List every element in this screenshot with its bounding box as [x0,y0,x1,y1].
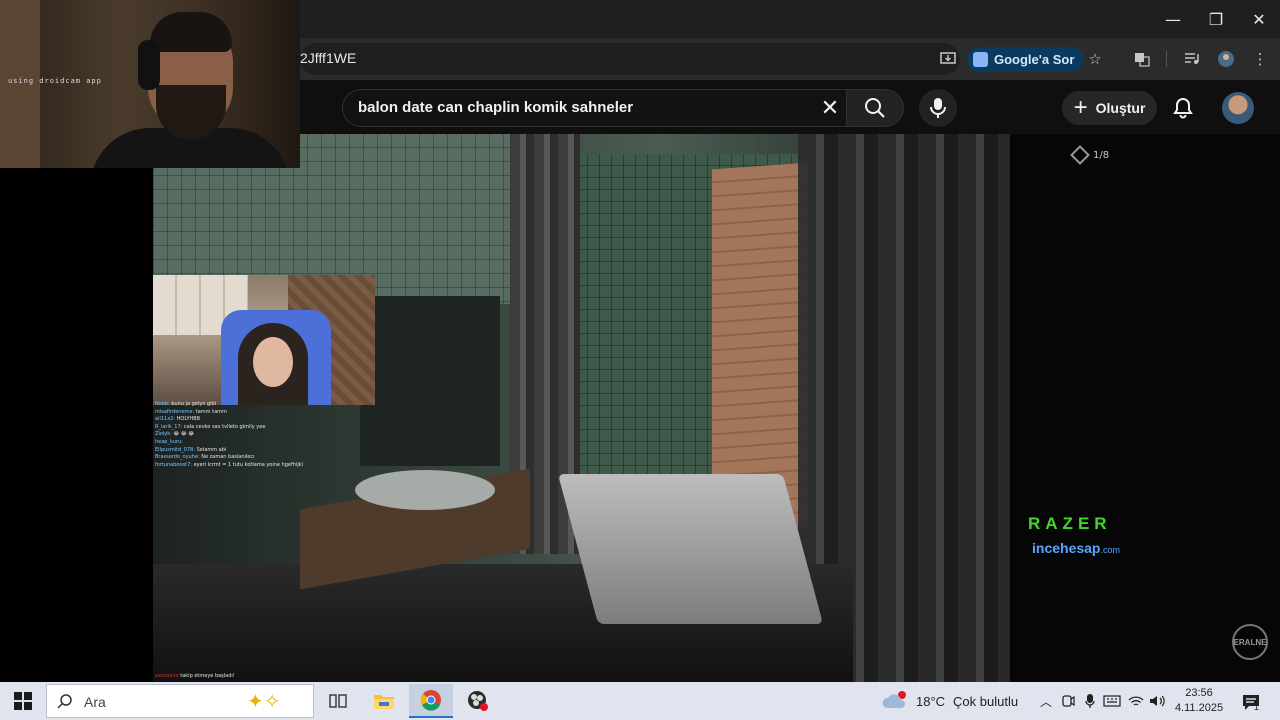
follow-text: takip etmeye başladı! [180,673,235,679]
notification-count: 1 [1254,702,1260,712]
windows-logo-icon [14,692,32,710]
ask-google-button[interactable]: Google'a Sor [967,47,1085,72]
meet-now-icon[interactable] [1058,690,1078,712]
ask-google-label: Google'a Sor [994,52,1075,67]
weather-temperature: 18°C [916,693,946,709]
obs-taskbar-button[interactable] [456,684,500,718]
clock-time: 23:56 [1185,687,1213,699]
create-button-label: Oluştur [1095,100,1146,116]
bathtub [557,474,824,624]
dark-area [1010,134,1280,682]
streamer-cam-overlay [153,275,375,405]
diamond-icon [1070,145,1090,165]
wifi-icon[interactable] [1126,690,1146,712]
google-lens-icon [973,52,988,67]
mirror [360,296,500,466]
taskbar-search-box[interactable]: Ara ✦✧ [46,684,314,718]
webcam-caption: using droidcam app [8,77,102,85]
search-icon [57,694,72,709]
game-hud-counter: 1/8 [1070,145,1110,165]
restore-button[interactable]: ❐ [1196,6,1236,32]
chat-line: misafirdeneme: tamm tamm [155,408,227,415]
headset [138,40,160,90]
create-button[interactable]: + Oluştur [1062,91,1157,125]
notifications-bell-icon[interactable] [1170,95,1196,121]
minimize-button[interactable]: — [1153,6,1193,32]
taskbar-search-placeholder: Ara [84,694,106,710]
weather-widget[interactable]: 18°C Çok bulutlu [882,689,1018,713]
chat-line: R_larik_17: cala cevke sax tvlleto gimil… [155,423,266,430]
stream-chat-overlay: Noob: bunu ja gelyn gibi misafirdeneme: … [155,401,375,469]
sparkle-icon: ✦✧ [247,689,281,713]
chat-line: Brasserdo_oyuhe: Ne zaman baslanilecı [155,454,255,461]
windows-start-button[interactable] [6,684,40,718]
follow-alert: xxxxxxxx takip etmeye başladı! [155,673,235,679]
ime-language-icon[interactable] [1102,690,1122,712]
volume-icon[interactable] [1148,690,1168,712]
search-query-text[interactable]: balon date can chaplin komik sahneler [358,99,633,116]
hud-count-text: 1/8 [1093,149,1110,161]
voice-search-button[interactable] [919,89,957,127]
weather-description: Çok bulutlu [953,693,1019,709]
razer-logo: RAZER [1028,514,1112,533]
toolbar-separator [1166,51,1167,67]
chat-line: Noob: bunu ja gelyn gibi [155,401,217,407]
streamer-face [253,337,293,387]
chat-line: Ellpusmitd_078: Selamm abi [155,446,227,453]
webcam-overlay: using droidcam app [0,0,300,168]
watermark-text: ERALNE [1233,637,1267,647]
chat-line: fortunaboost7: eyeri lcrmt = 1 tutu kotl… [155,461,303,468]
incehesap-tld: .com [1100,545,1120,555]
microphone-icon [930,98,946,118]
folder-icon [374,695,394,709]
plus-icon: + [1073,94,1088,121]
clock-date: 4.11.2025 [1174,702,1224,714]
close-window-button[interactable]: ✕ [1239,6,1279,32]
chat-line: ali11x2: HOLYHBB [155,416,201,423]
search-clear-icon[interactable]: ✕ [815,94,845,122]
obs-icon [468,691,488,711]
file-explorer-button[interactable] [362,684,406,718]
address-bar[interactable] [300,43,960,75]
youtube-account-avatar[interactable] [1222,92,1254,124]
show-hidden-icons-chevron-icon[interactable]: ︿ [1036,690,1056,712]
system-clock[interactable]: 23:56 4.11.2025 [1172,686,1226,716]
microphone-tray-icon[interactable] [1080,690,1100,712]
incehesap-main: incehesap [1032,540,1101,556]
search-button[interactable] [846,89,904,127]
sink-basin [355,470,495,510]
chat-line: heap_kuru: [155,438,183,445]
install-app-icon[interactable] [936,48,960,70]
address-bar-url[interactable]: 2Jfff1WE [300,50,356,66]
profile-avatar-icon[interactable] [1214,48,1238,70]
bookmark-star-icon[interactable]: ☆ [1083,48,1107,70]
task-view-button[interactable] [316,684,360,718]
follow-user: xxxxxxxx [155,673,179,679]
chrome-taskbar-button[interactable] [409,684,453,718]
incehesap-logo: incehesap.com [1032,540,1120,556]
translate-icon[interactable] [1130,48,1154,70]
media-control-icon[interactable] [1180,48,1204,70]
chat-line: Zlolyk: 😂 😂 😂 [155,431,195,438]
person-hair [150,12,232,52]
channel-watermark-badge[interactable]: ERALNE [1232,624,1268,660]
search-icon [865,98,885,118]
cloudy-weather-icon [882,691,906,708]
notifications-center-icon[interactable]: 1 [1238,689,1264,715]
chrome-icon [420,690,441,711]
chrome-menu-icon[interactable]: ⋮ [1248,48,1272,70]
task-view-icon [329,694,347,708]
